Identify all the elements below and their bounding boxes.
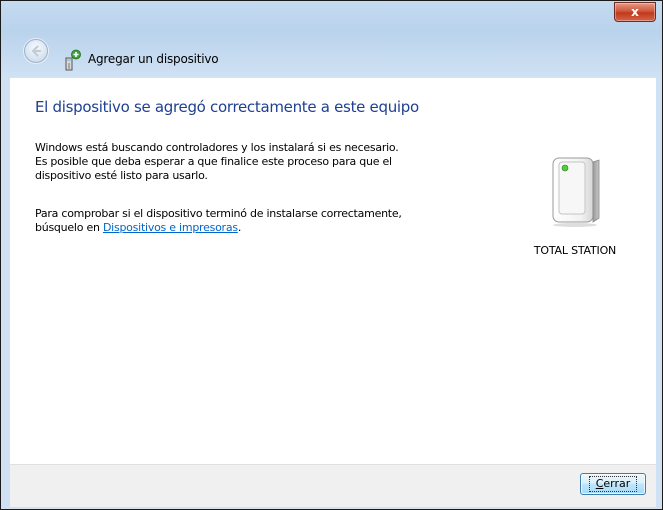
device-name: TOTAL STATION <box>533 244 617 257</box>
status-line: dispositivo esté listo para usarlo. <box>35 169 208 182</box>
status-line: Es posible que deba esperar a que finali… <box>35 155 392 168</box>
instructions-prefix: búsquelo en <box>35 221 103 234</box>
footer-bar: Cerrar <box>10 464 656 507</box>
add-device-icon <box>65 49 81 71</box>
instructions-suffix: . <box>237 221 242 234</box>
instructions-line: búsquelo en Dispositivos e impresoras. <box>35 221 495 235</box>
status-paragraph: Windows está buscando controladores y lo… <box>35 141 495 183</box>
wizard-title: Agregar un dispositivo <box>88 52 219 66</box>
wizard-window: x Agregar un dispositivo El dispositivo … <box>0 0 663 510</box>
close-button[interactable]: Cerrar <box>580 473 646 495</box>
instructions-paragraph: Para comprobar si el dispositivo terminó… <box>35 207 495 235</box>
title-bar: x <box>1 1 662 31</box>
content-panel: El dispositivo se agregó correctamente a… <box>10 77 656 464</box>
page-heading: El dispositivo se agregó correctamente a… <box>35 98 419 116</box>
window-close-button[interactable]: x <box>614 2 656 22</box>
close-icon: x <box>631 5 639 19</box>
instructions-line: Para comprobar si el dispositivo terminó… <box>35 207 402 220</box>
devices-and-printers-link[interactable]: Dispositivos e impresoras <box>103 221 238 234</box>
close-button-label: Cerrar <box>588 476 638 492</box>
back-arrow-icon <box>31 45 42 57</box>
status-line: Windows está buscando controladores y lo… <box>35 141 399 154</box>
back-button[interactable] <box>24 39 48 63</box>
device-tower-icon <box>552 157 600 227</box>
nav-bar: Agregar un dispositivo <box>1 29 662 77</box>
